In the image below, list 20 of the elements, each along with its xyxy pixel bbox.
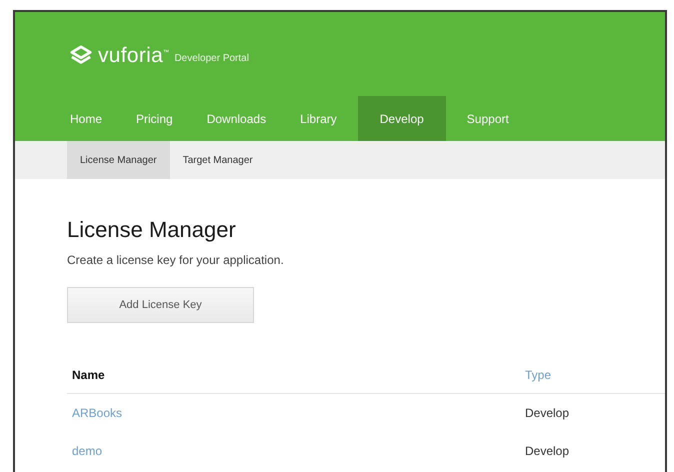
license-name-link[interactable]: demo — [67, 444, 525, 458]
nav-tab[interactable]: Support — [454, 96, 522, 141]
brand-name: vuforia$^{™}$ — [98, 44, 170, 68]
brand-subtitle: Developer Portal — [174, 52, 249, 64]
nav-tab[interactable]: Home — [57, 96, 116, 141]
nav-tab[interactable]: Library — [287, 96, 350, 141]
license-name-link[interactable]: ARBooks — [67, 406, 525, 420]
table-cell: Develop — [525, 444, 570, 458]
table-cell: Develop — [525, 406, 570, 420]
page-title: License Manager — [67, 217, 237, 243]
add-license-key-button[interactable]: Add License Key — [67, 287, 254, 323]
nav-tab[interactable]: Develop — [358, 96, 446, 141]
page-description: Create a license key for your application. — [67, 253, 285, 267]
nav-tab[interactable]: Downloads — [194, 96, 280, 141]
column-header: Name — [71, 368, 106, 382]
logo-icon — [70, 45, 92, 67]
column-header-link[interactable]: Type — [525, 368, 552, 382]
nav-tab[interactable]: Pricing — [123, 96, 186, 141]
subnav-tab[interactable]: Target Manager — [170, 141, 266, 179]
subnav-tab[interactable]: License Manager — [67, 141, 170, 179]
